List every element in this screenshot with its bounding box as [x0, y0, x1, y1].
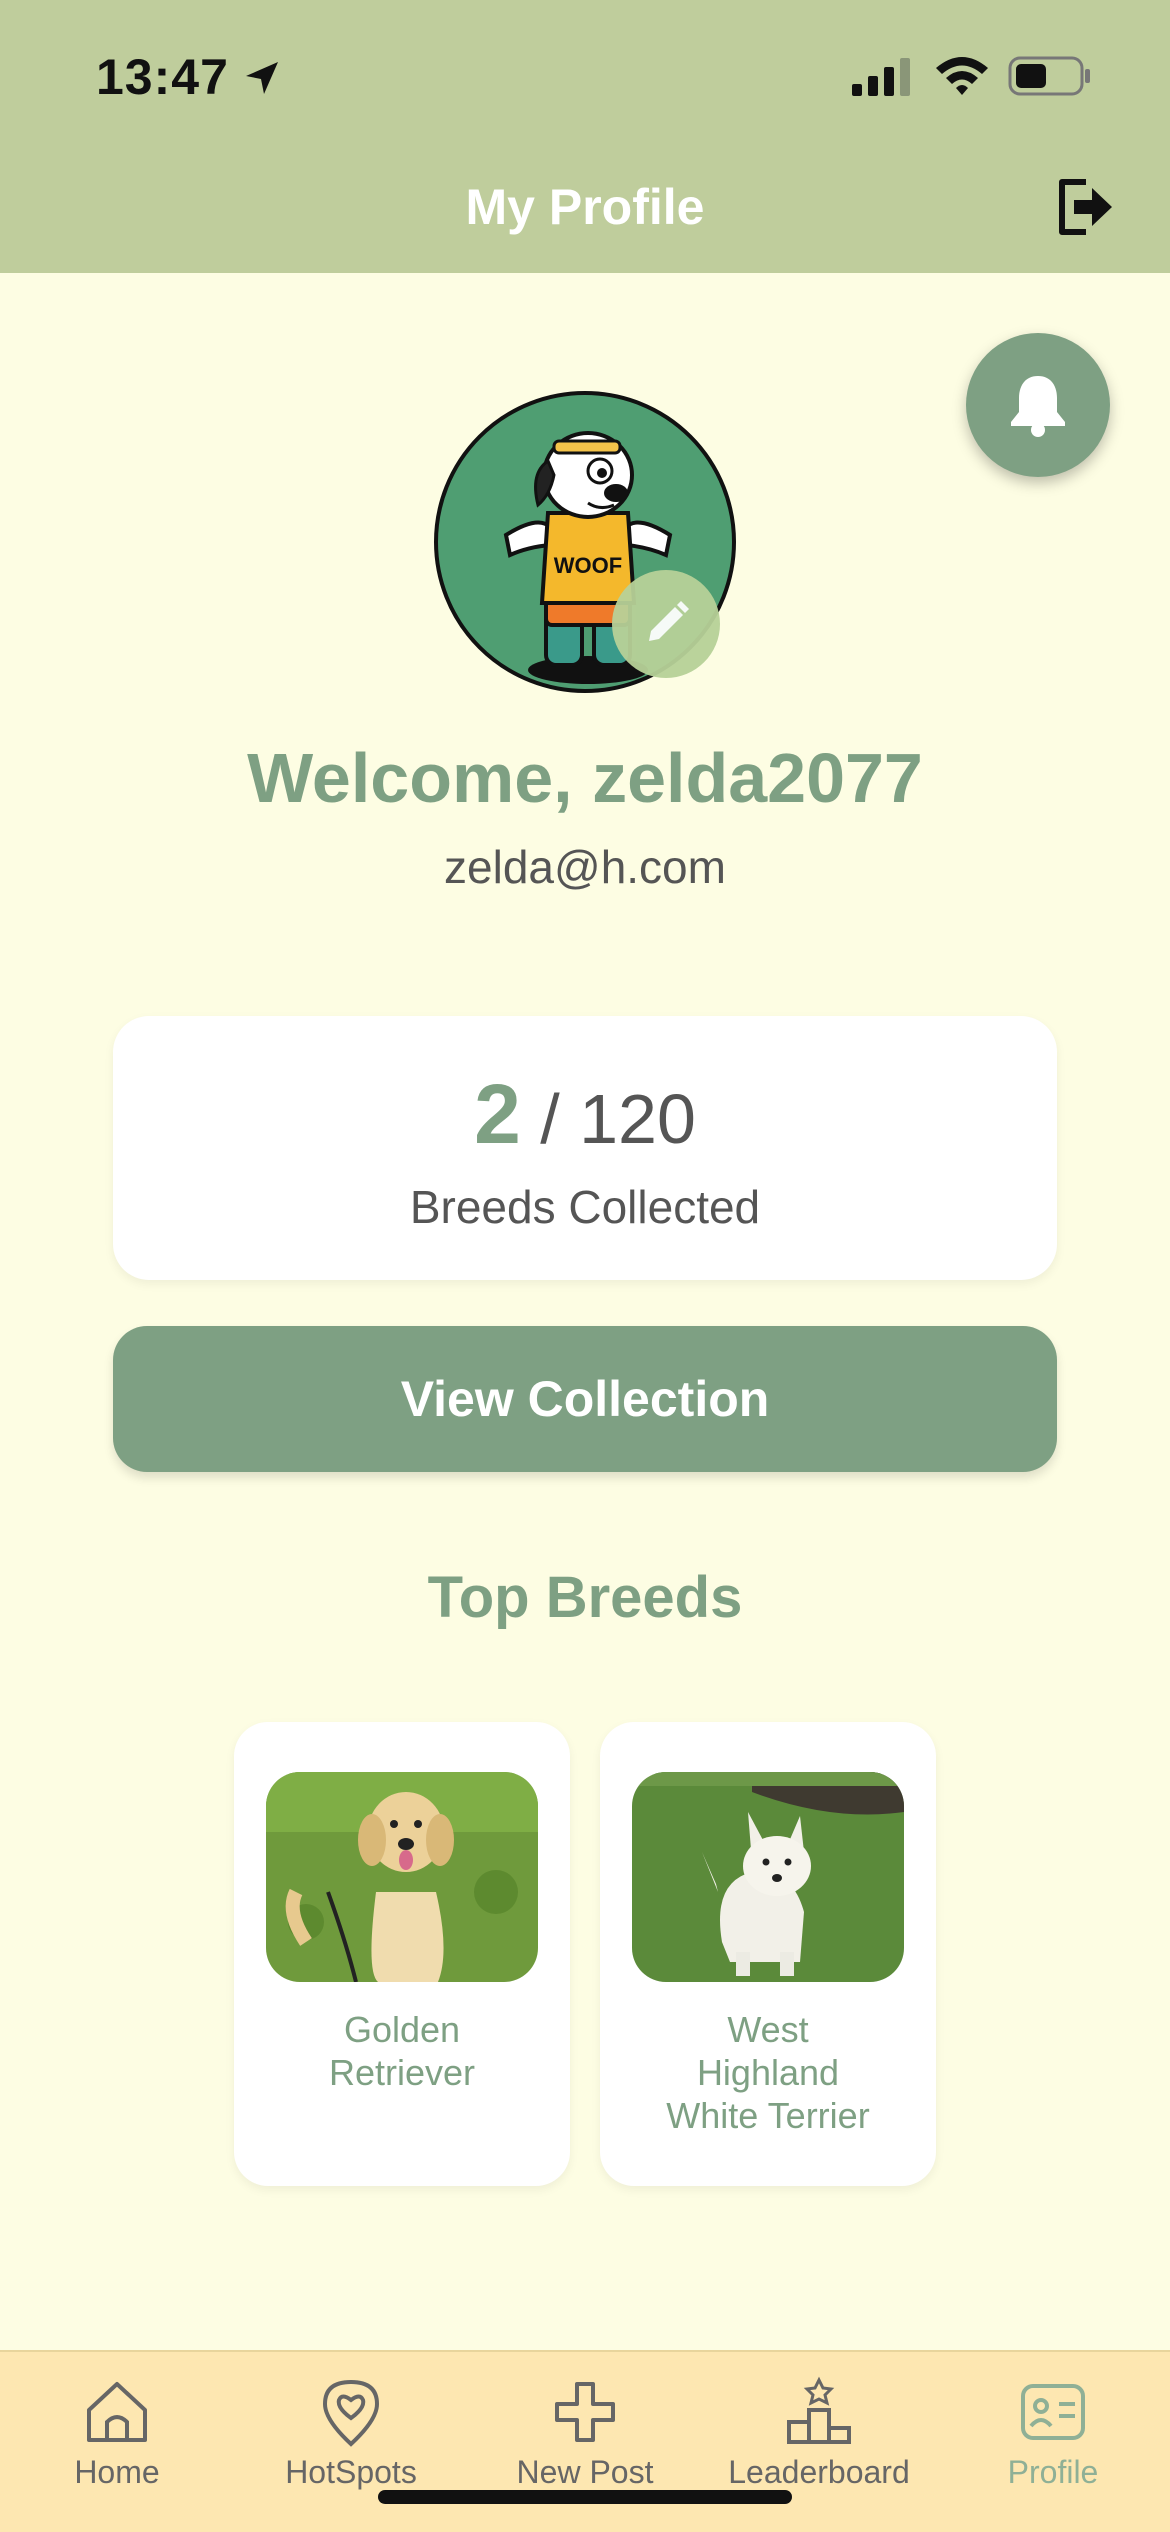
breed-photo: [632, 1772, 904, 1982]
welcome-heading: Welcome, zelda2077: [247, 739, 923, 817]
header-bar: 13:47 My Profile: [0, 0, 1170, 273]
tab-label: Leaderboard: [728, 2454, 910, 2490]
wifi-icon: [936, 57, 988, 95]
tab-label: Profile: [1007, 2454, 1099, 2490]
avatar-shirt-text: WOOF: [554, 553, 622, 578]
pencil-icon: [649, 601, 689, 641]
tab-bar: Home HotSpots New Post Leaderboard Profi…: [0, 2350, 1170, 2532]
plus-icon: [555, 2382, 615, 2442]
tab-leaderboard[interactable]: Leaderboard: [702, 2376, 936, 2491]
tab-label: Home: [74, 2454, 160, 2490]
tab-label: New Post: [516, 2454, 654, 2490]
top-breeds-title: Top Breeds: [427, 1565, 743, 1630]
tab-profile[interactable]: Profile: [936, 2376, 1170, 2491]
tab-new-post[interactable]: New Post: [468, 2376, 702, 2491]
bell-icon: [1011, 376, 1065, 437]
breed-name-line: Golden: [343, 2009, 461, 2050]
tab-hotspots[interactable]: HotSpots: [234, 2376, 468, 2491]
breed-name: Golden Retriever: [244, 2008, 560, 2094]
user-email: zelda@h.com: [444, 841, 726, 893]
breed-card-west-highland-white-terrier[interactable]: West Highland White Terrier: [600, 1722, 936, 2186]
battery-icon: [1008, 56, 1090, 96]
collected-total: / 120: [540, 1080, 696, 1158]
podium-icon: [787, 2376, 851, 2444]
notifications-button[interactable]: [966, 333, 1110, 477]
breed-name: West Highland White Terrier: [610, 2008, 926, 2137]
home-icon: [87, 2382, 147, 2442]
tab-home[interactable]: Home: [0, 2376, 234, 2491]
westie-photo: [632, 1772, 904, 1982]
breeds-collected-count: 2 / 120: [113, 1066, 1057, 1163]
golden-retriever-photo: [266, 1772, 538, 1982]
breed-name-line: White Terrier: [666, 2095, 870, 2136]
breed-name-line: West: [727, 2009, 809, 2050]
breeds-collected-card: 2 / 120 Breeds Collected: [113, 1016, 1057, 1280]
page-title: My Profile: [465, 179, 705, 235]
edit-avatar-button[interactable]: [612, 570, 720, 678]
tab-label: HotSpots: [285, 2454, 417, 2490]
breeds-collected-label: Breeds Collected: [409, 1181, 761, 1233]
breed-photo: [266, 1772, 538, 1982]
location-arrow-icon: [246, 62, 278, 94]
home-indicator: [378, 2490, 792, 2504]
view-collection-button[interactable]: View Collection: [113, 1326, 1057, 1472]
breed-name-line: Retriever: [328, 2052, 476, 2093]
cellular-signal-icon: [852, 58, 910, 96]
logout-icon[interactable]: [1054, 176, 1116, 238]
status-time: 13:47: [96, 49, 229, 105]
id-card-icon: [1021, 2384, 1085, 2440]
breed-card-golden-retriever[interactable]: Golden Retriever: [234, 1722, 570, 2186]
heart-pin-icon: [322, 2379, 380, 2447]
breed-name-line: Highland: [696, 2052, 840, 2093]
collected-count: 2: [474, 1067, 521, 1161]
